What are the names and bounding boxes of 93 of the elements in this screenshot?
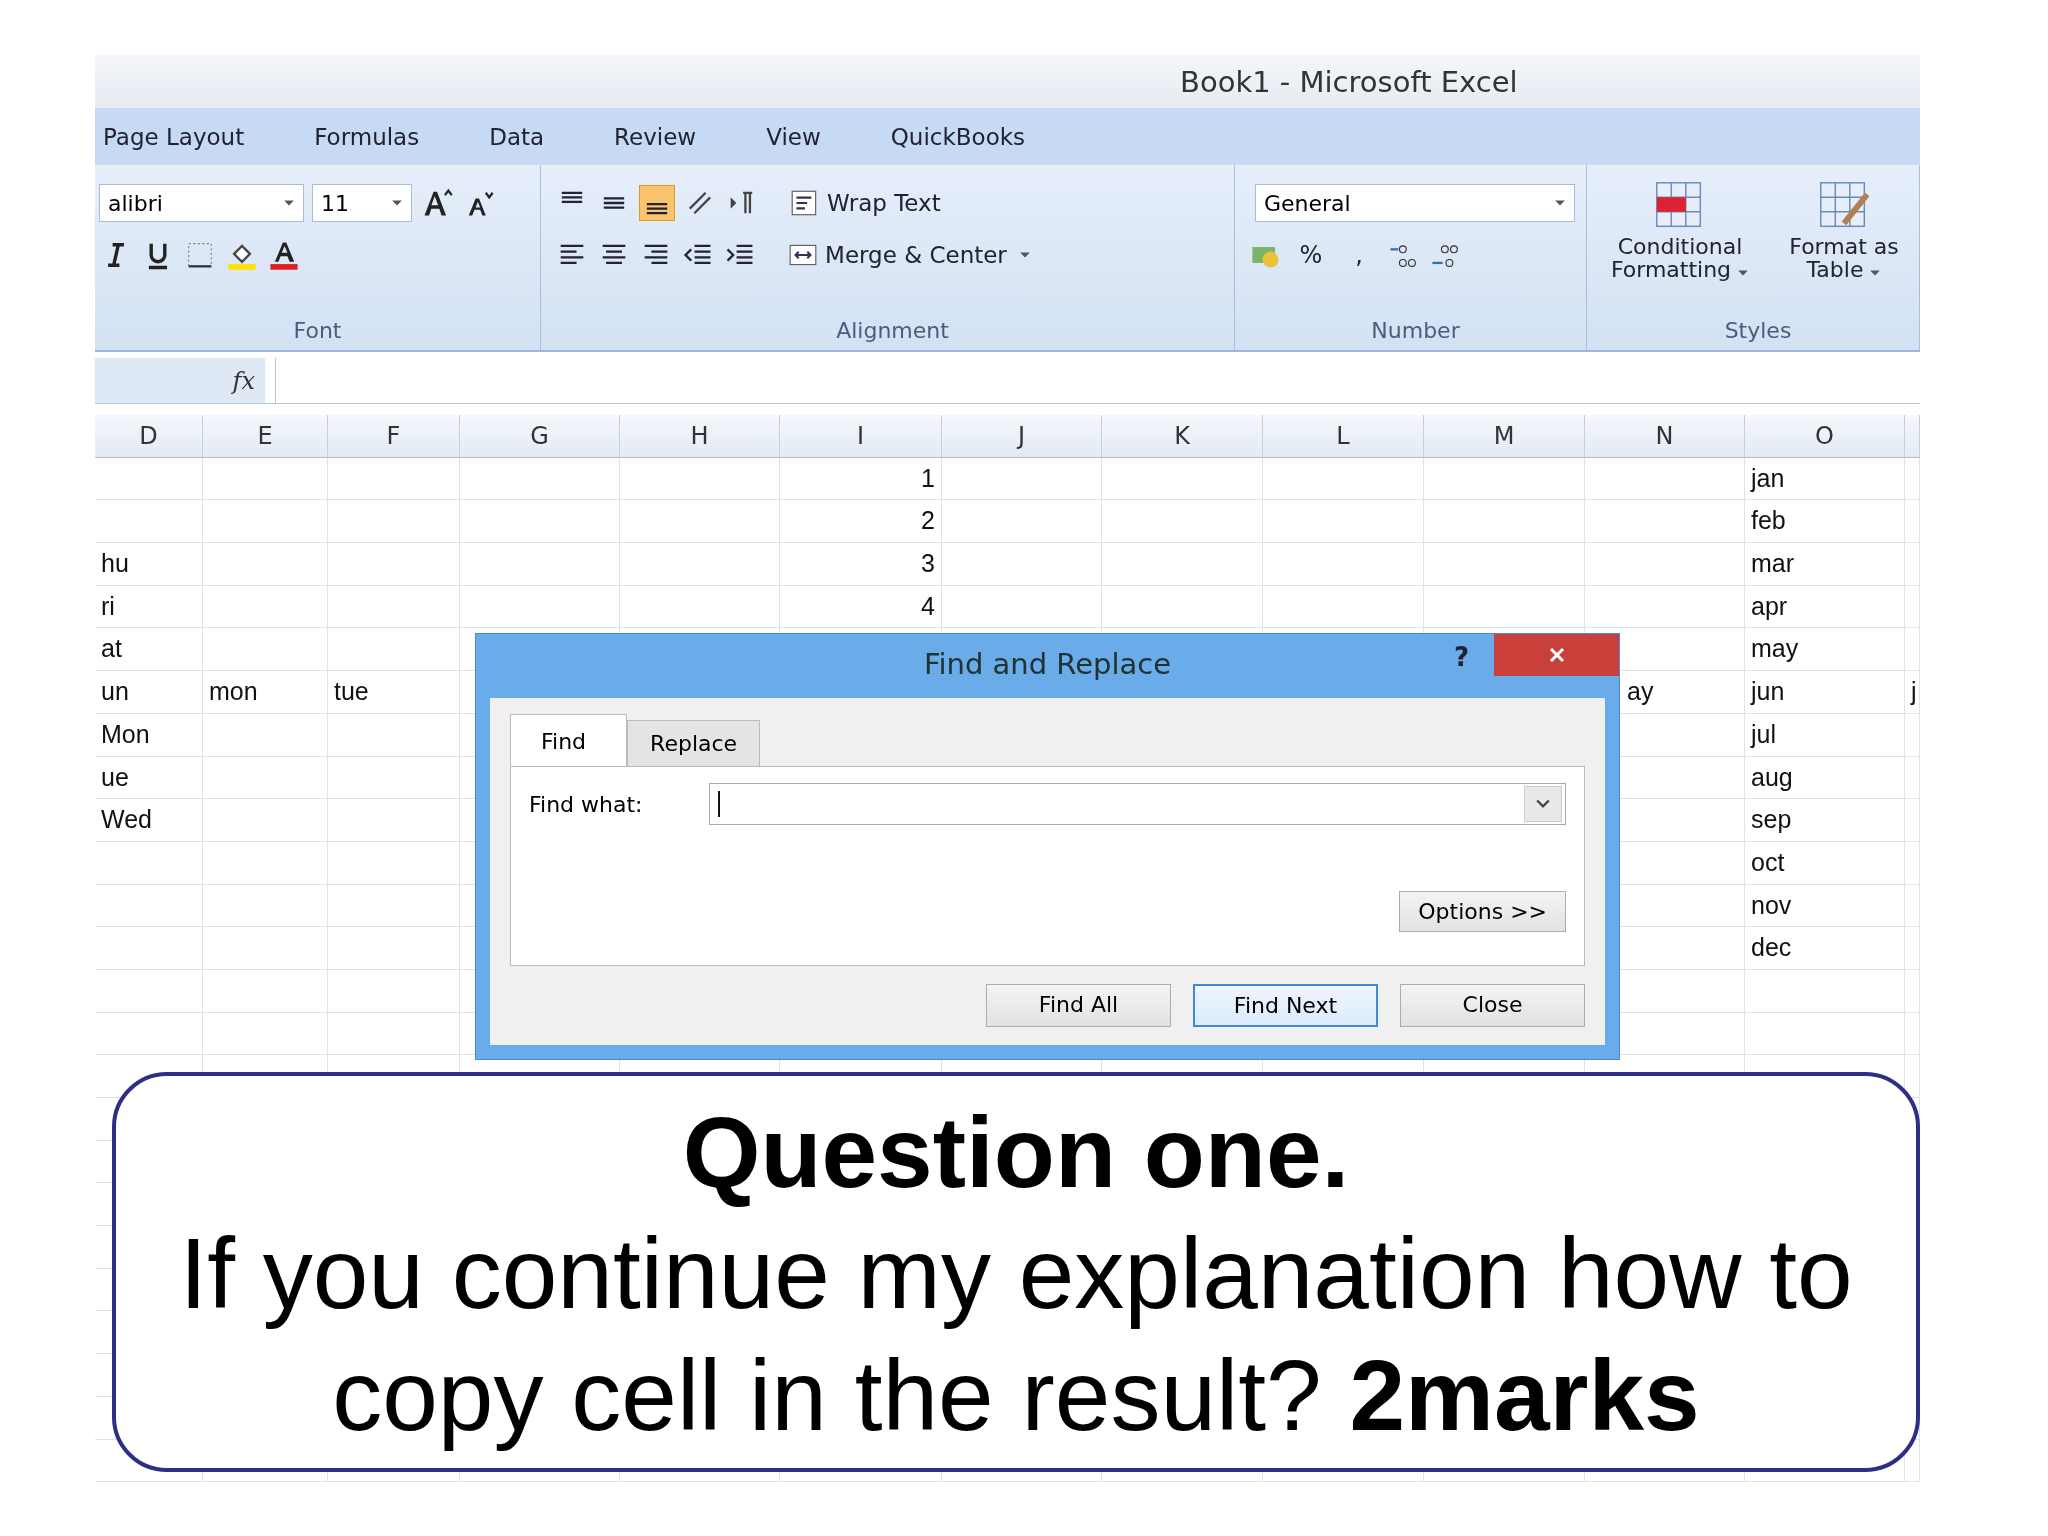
dialog-button[interactable]: Find Next	[1193, 984, 1378, 1027]
caret-icon	[1869, 269, 1882, 278]
font-name-field[interactable]: alibri	[99, 184, 304, 222]
column-header[interactable]: K	[1102, 415, 1263, 458]
table-cell: 3	[780, 543, 942, 586]
table-cell: mar	[1745, 543, 1905, 586]
merge-center-button[interactable]: Merge & Center	[787, 239, 1031, 271]
table-cell	[1905, 713, 1920, 757]
table-cell: 2	[780, 500, 942, 544]
options-button[interactable]: Options >>	[1399, 891, 1566, 932]
table-cell: jul	[1745, 713, 1905, 757]
align-icon[interactable]	[639, 185, 676, 221]
group-label: Number	[1371, 317, 1460, 343]
table-cell: 4	[780, 585, 942, 629]
window-title: Book1 - Microsoft Excel	[1180, 64, 1518, 99]
column-header[interactable]: M	[1424, 415, 1585, 458]
table-cell: jun	[1745, 671, 1905, 714]
wrap-text-button[interactable]: Wrap Text	[789, 187, 941, 219]
table-cell: Mon	[95, 713, 203, 757]
ribbon-tab[interactable]: View	[766, 123, 821, 150]
question-text: If you continue my explanation how to copy cell in the result? 2marks	[178, 1216, 1854, 1453]
table-cell: hu	[95, 543, 203, 586]
dialog-title: Find and Replace	[923, 647, 1172, 681]
table-cell	[1905, 969, 1920, 1013]
table-cell	[1905, 628, 1920, 672]
column-header[interactable]: I	[780, 415, 942, 458]
caret-icon	[1018, 251, 1031, 259]
table-cell	[1905, 841, 1920, 885]
ribbon-tab[interactable]: Formulas	[314, 123, 420, 150]
percent-button[interactable]: %	[1291, 241, 1331, 269]
comma-button[interactable]: ,	[1339, 241, 1379, 269]
column-header[interactable]: J	[942, 415, 1102, 458]
caret-icon	[283, 199, 295, 207]
table-cell	[1905, 500, 1920, 544]
function-button[interactable]: fx	[232, 366, 255, 395]
table-cell: aug	[1745, 756, 1905, 800]
dialog-button[interactable]: Close	[1400, 984, 1585, 1027]
table-cell	[1905, 543, 1920, 586]
style-button[interactable]: Conditional Formatting	[1605, 177, 1755, 282]
ribbon-tab[interactable]: Page Layout	[103, 123, 245, 150]
table-cell: mon	[203, 671, 328, 714]
question-title: Question one.	[682, 1095, 1350, 1210]
name-box[interactable]: fx	[95, 358, 265, 403]
group-label: Font	[293, 317, 342, 343]
table-cell	[1905, 756, 1920, 800]
caret-icon	[391, 199, 403, 207]
table-cell: nov	[1745, 884, 1905, 928]
table-cell: tue	[328, 671, 460, 714]
column-header[interactable]: G	[460, 415, 620, 458]
table-cell: feb	[1745, 500, 1905, 544]
number-format-field[interactable]: General	[1255, 184, 1575, 222]
table-cell: jan	[1745, 457, 1905, 501]
column-header[interactable]: F	[328, 415, 460, 458]
table-cell: j	[1905, 671, 1920, 714]
dialog-tab[interactable]: Find	[510, 714, 628, 766]
group-label: Styles	[1724, 317, 1792, 343]
ribbon-tab[interactable]: Data	[489, 123, 545, 150]
column-header[interactable]: N	[1585, 415, 1745, 458]
chevron-icon	[1536, 799, 1550, 809]
table-cell	[1905, 1012, 1920, 1056]
table-cell: 1	[780, 457, 942, 501]
column-header[interactable]: D	[95, 415, 203, 458]
table-cell: oct	[1745, 841, 1905, 885]
table-cell: apr	[1745, 585, 1905, 629]
table-cell	[1905, 457, 1920, 501]
ribbon-tab[interactable]: Review	[614, 123, 697, 150]
table-cell	[1905, 799, 1920, 842]
table-cell	[1905, 585, 1920, 629]
table-cell: ri	[95, 585, 203, 629]
table-cell: ue	[95, 756, 203, 800]
table-cell: dec	[1745, 927, 1905, 970]
table-cell	[1905, 884, 1920, 928]
column-header[interactable]: E	[203, 415, 328, 458]
column-header[interactable]: O	[1745, 415, 1905, 458]
ribbon-tab[interactable]: QuickBooks	[890, 123, 1025, 150]
dialog-tab[interactable]: Replace	[627, 720, 761, 766]
find-what-field[interactable]	[709, 783, 1566, 825]
table-cell: at	[95, 628, 203, 672]
table-cell: sep	[1745, 799, 1905, 842]
find-what-label: Find what:	[529, 791, 644, 817]
help-button[interactable]: ?	[1453, 642, 1469, 672]
column-header[interactable]: H	[620, 415, 780, 458]
font-size-field[interactable]: 11	[312, 184, 412, 222]
table-cell	[1905, 927, 1920, 970]
dialog-button[interactable]: Find All	[986, 984, 1171, 1027]
table-cell: Wed	[95, 799, 203, 842]
group-label: Alignment	[836, 317, 949, 343]
table-cell: may	[1745, 628, 1905, 672]
caret-icon	[1554, 199, 1566, 207]
caret-icon	[1737, 269, 1750, 278]
style-button[interactable]: Format as Table	[1769, 177, 1919, 282]
column-header[interactable]: L	[1263, 415, 1424, 458]
table-cell: un	[95, 671, 203, 714]
